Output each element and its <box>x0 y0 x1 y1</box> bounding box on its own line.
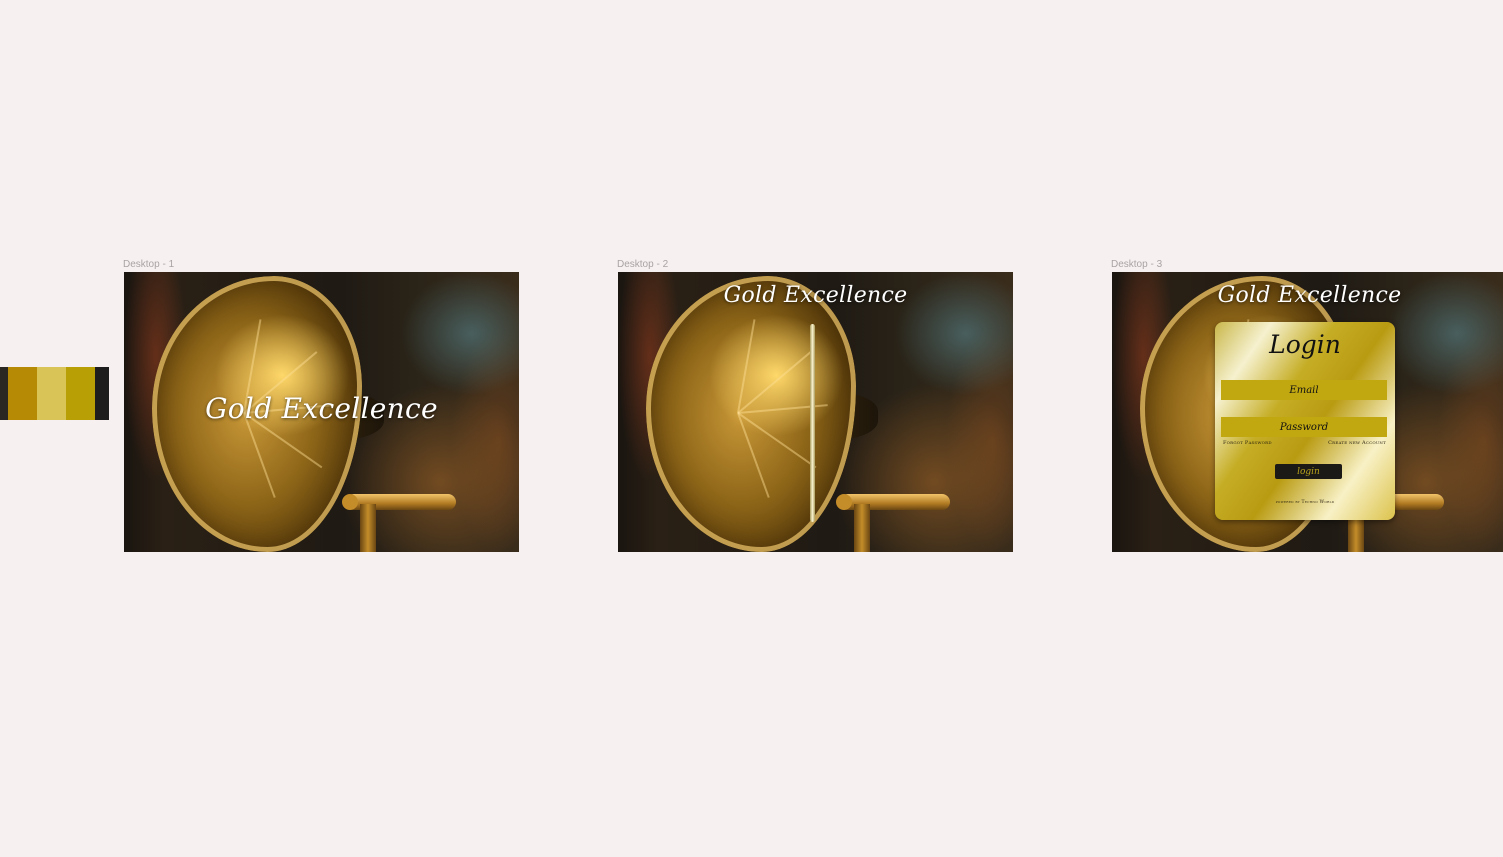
gramophone-post <box>360 504 376 552</box>
tone-arm-knob <box>342 494 358 510</box>
login-card: Login Forgot Password Create new Account… <box>1215 322 1395 520</box>
swatch-gold <box>66 367 95 420</box>
create-account-link[interactable]: Create new Account <box>1328 440 1386 446</box>
tone-arm-knob <box>836 494 852 510</box>
frame-label-desktop-3[interactable]: Desktop - 3 <box>1111 259 1162 270</box>
swatch-dark-gold <box>8 367 37 420</box>
swatch-light-gold <box>37 367 66 420</box>
brand-title: Gold Excellence <box>723 283 908 308</box>
frame-label-desktop-1[interactable]: Desktop - 1 <box>123 259 174 270</box>
brand-title: Gold Excellence <box>205 392 438 425</box>
frame-desktop-3[interactable]: Gold Excellence Login Forgot Password Cr… <box>1112 272 1503 552</box>
design-canvas: Desktop - 1 Desktop - 2 Desktop - 3 Gold… <box>0 0 1503 857</box>
login-button[interactable]: login <box>1275 464 1342 479</box>
frame-desktop-2[interactable]: Gold Excellence <box>618 272 1013 552</box>
powered-by-text: powered by Techno World <box>1275 500 1335 505</box>
gold-divider-bar <box>810 324 815 522</box>
brand-title: Gold Excellence <box>1217 283 1402 308</box>
frame-label-desktop-2[interactable]: Desktop - 2 <box>617 259 668 270</box>
color-palette <box>0 367 109 420</box>
swatch-dark-brown <box>0 367 8 420</box>
password-field[interactable] <box>1221 417 1387 437</box>
forgot-password-link[interactable]: Forgot Password <box>1223 440 1272 446</box>
frame-desktop-1[interactable]: Gold Excellence <box>124 272 519 552</box>
swatch-black <box>95 367 109 420</box>
gramophone-post <box>854 504 870 552</box>
email-field[interactable] <box>1221 380 1387 400</box>
login-title: Login <box>1269 330 1341 359</box>
